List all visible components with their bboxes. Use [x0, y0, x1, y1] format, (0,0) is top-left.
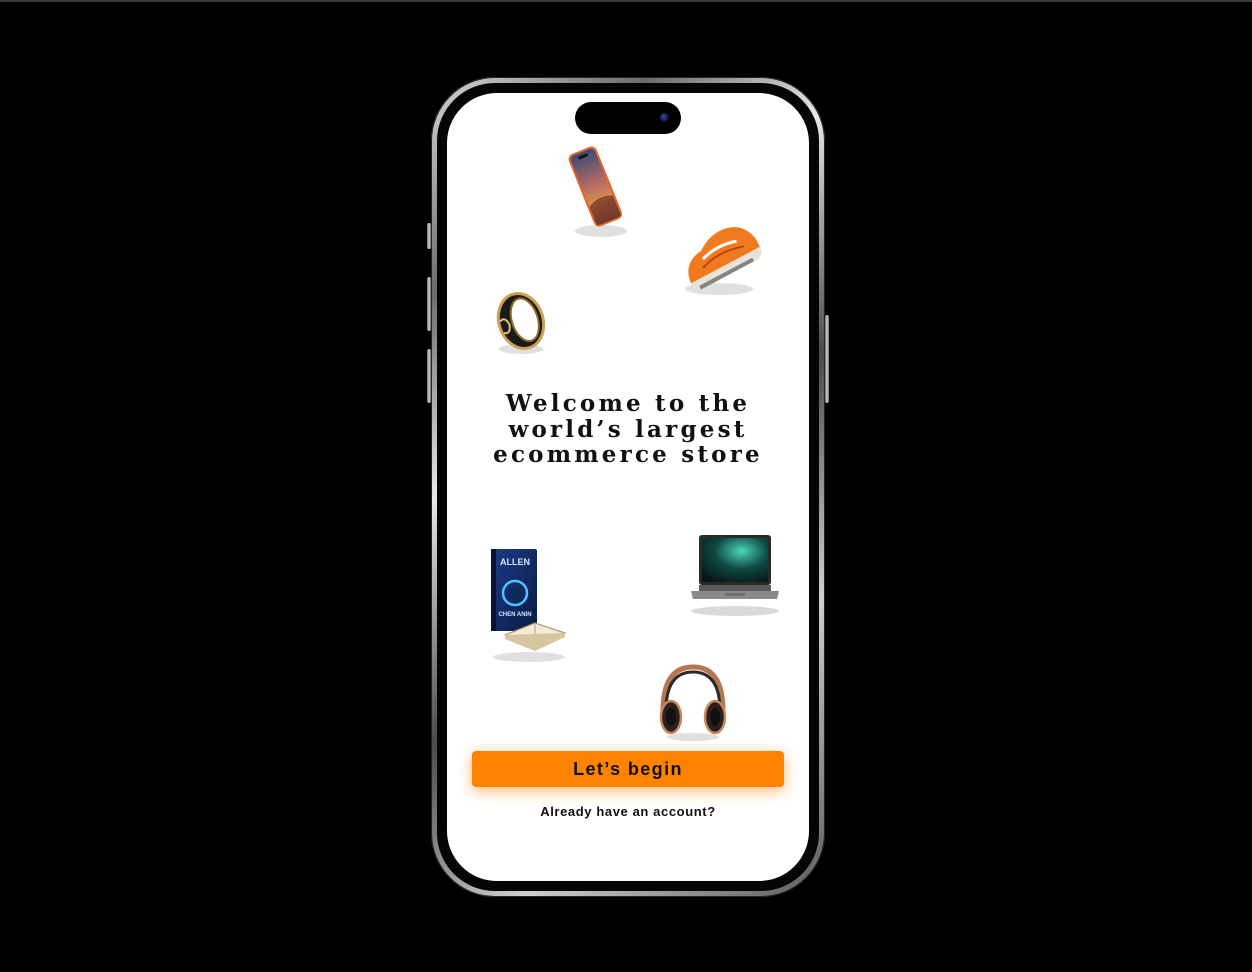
laptop-icon [685, 531, 785, 621]
sneaker-icon [669, 205, 769, 305]
phone-frame: Welcome to the world’s largest ecommerce… [427, 77, 829, 897]
book-icon: ALLEN CHEN ANIN [483, 545, 573, 665]
stage: Welcome to the world’s largest ecommerce… [0, 0, 1252, 972]
action-button [427, 223, 431, 249]
headline-line-2: world’s largest [508, 415, 748, 443]
dynamic-island [575, 102, 681, 134]
top-divider [0, 0, 1252, 2]
headphones-icon [653, 659, 733, 743]
camera-icon [660, 113, 669, 122]
already-have-account-link[interactable]: Already have an account? [447, 804, 809, 819]
book-author: CHEN ANIN [498, 612, 531, 618]
ring-icon [487, 281, 557, 361]
power-button [825, 315, 829, 403]
book-title: ALLEN [500, 557, 530, 567]
volume-down-button [427, 349, 431, 403]
headline-line-1: Welcome to the [505, 390, 751, 417]
headline-line-3: ecommerce store [493, 441, 763, 468]
app-screen: Welcome to the world’s largest ecommerce… [447, 93, 809, 881]
smartphone-icon [547, 133, 647, 253]
volume-up-button [427, 277, 431, 331]
welcome-headline: Welcome to the world’s largest ecommerce… [467, 391, 789, 468]
lets-begin-button[interactable]: Let’s begin [472, 751, 784, 787]
